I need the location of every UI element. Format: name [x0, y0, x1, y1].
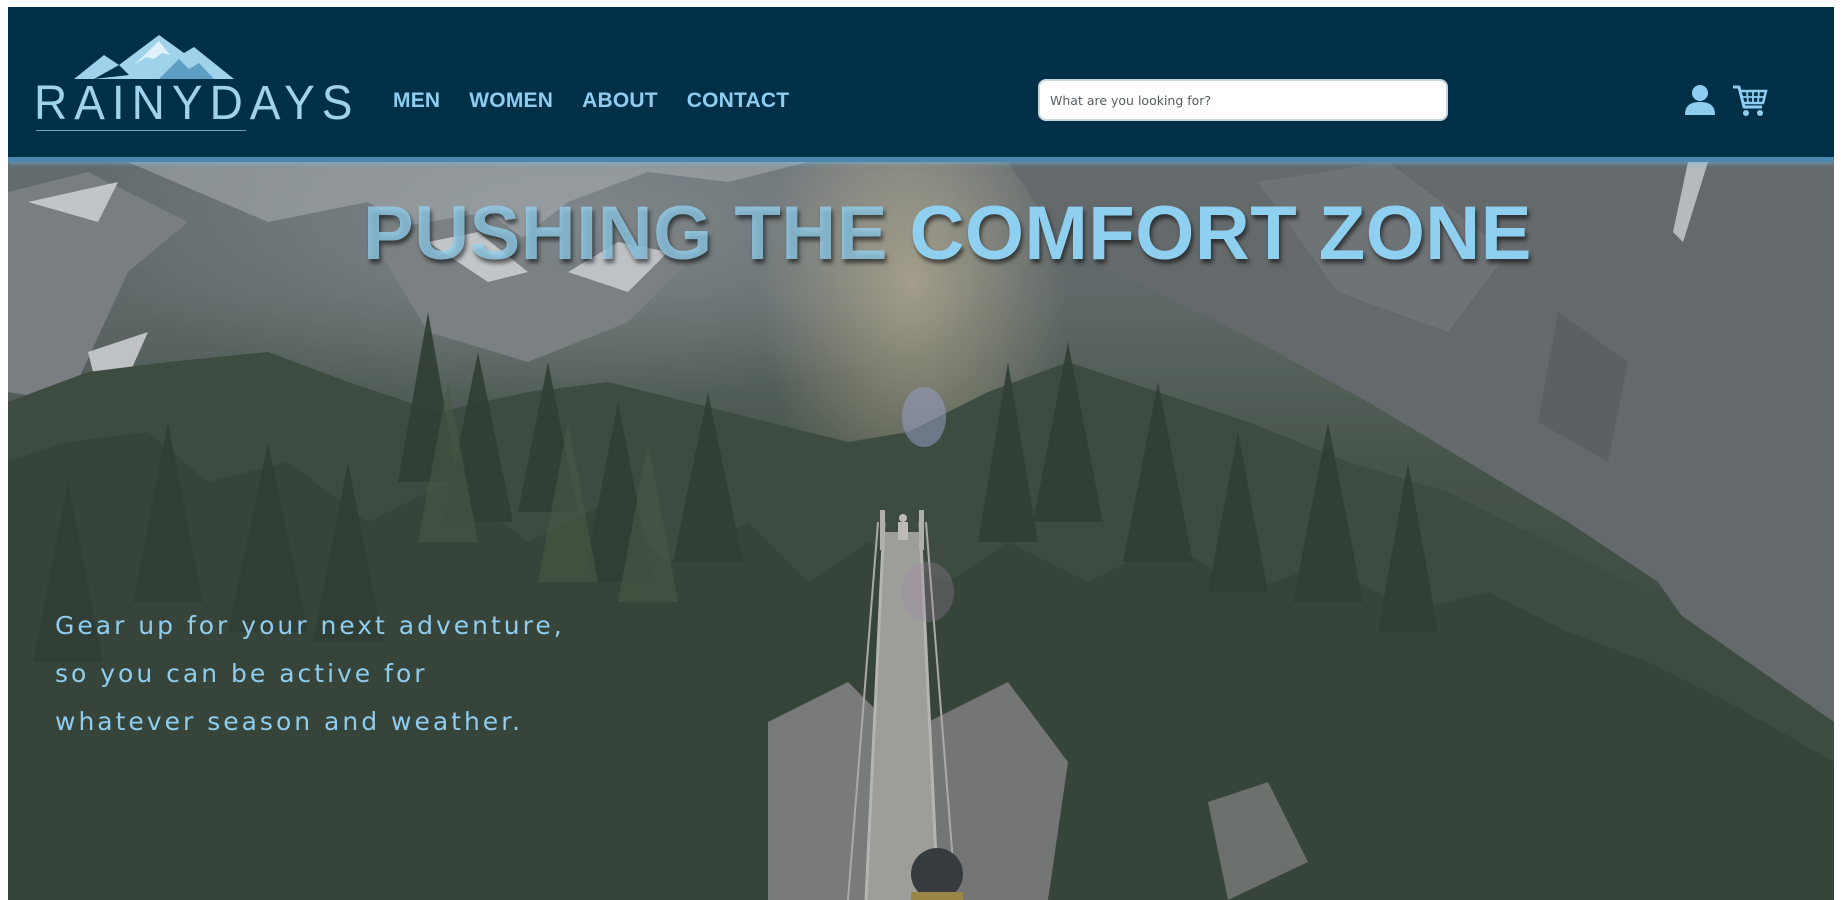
cart-icon	[1733, 85, 1768, 116]
brand-logo[interactable]: RAINYDAYS	[34, 35, 352, 135]
nav-about[interactable]: ABOUT	[582, 89, 658, 113]
logo-underline	[36, 130, 246, 131]
search-input[interactable]	[1040, 81, 1446, 119]
search-box	[1038, 79, 1448, 121]
nav-women[interactable]: WOMEN	[469, 89, 553, 113]
cart-button[interactable]	[1732, 83, 1768, 117]
hero-section: PUSHING THE COMFORT ZONE Gear up for you…	[8, 162, 1834, 900]
tagline-line: so you can be active for	[55, 659, 428, 688]
headline-strong: COMFORT ZONE	[909, 191, 1532, 276]
mountain-icon	[74, 35, 234, 79]
nav-men[interactable]: MEN	[393, 89, 440, 113]
hero-tagline: Gear up for your next adventure, so you …	[55, 602, 655, 746]
page: RAINYDAYS MEN WOMEN ABOUT CONTACT What a…	[8, 7, 1834, 900]
account-button[interactable]	[1683, 83, 1717, 117]
site-header: RAINYDAYS MEN WOMEN ABOUT CONTACT	[8, 7, 1834, 162]
user-icon	[1685, 85, 1715, 115]
tagline-line: whatever season and weather.	[55, 707, 524, 736]
main-nav: MEN WOMEN ABOUT CONTACT	[393, 89, 789, 113]
nav-contact[interactable]: CONTACT	[687, 89, 790, 113]
brand-name: RAINYDAYS	[34, 74, 360, 130]
hero-headline: PUSHING THE COMFORT ZONE	[363, 190, 1532, 277]
tagline-line: Gear up for your next adventure,	[55, 611, 565, 640]
headline-light: PUSHING THE	[363, 191, 910, 276]
